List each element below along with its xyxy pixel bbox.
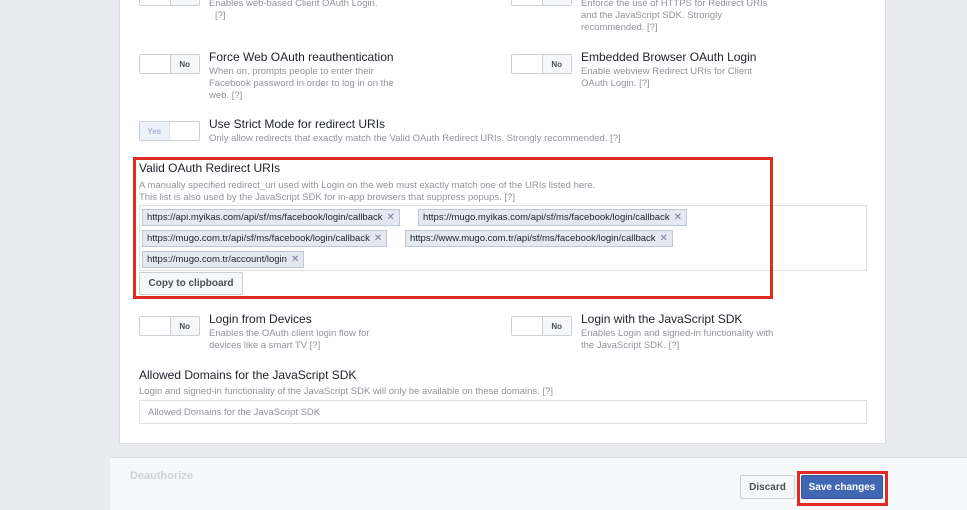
force-web-oauth-title: Force Web OAuth reauthentication bbox=[209, 50, 394, 64]
force-web-oauth-toggle[interactable]: No bbox=[139, 54, 200, 74]
enforce-https-toggle[interactable] bbox=[511, 0, 572, 6]
embedded-browser-oauth-desc: Enable webview Redirect URIs for Client … bbox=[581, 66, 753, 89]
help-link[interactable]: [?] bbox=[610, 133, 621, 144]
allowed-domains-input[interactable]: Allowed Domains for the JavaScript SDK bbox=[139, 400, 867, 424]
force-web-oauth-desc: When on, prompts people to enter their F… bbox=[209, 66, 394, 101]
help-link[interactable]: [?] bbox=[639, 78, 650, 89]
toggle-state-label: Yes bbox=[140, 122, 170, 140]
client-oauth-toggle[interactable] bbox=[139, 0, 200, 6]
toggle-state-label: No bbox=[541, 55, 571, 73]
allowed-domains-title: Allowed Domains for the JavaScript SDK bbox=[139, 368, 357, 382]
login-js-sdk-desc: Enables Login and signed-in functionalit… bbox=[581, 328, 774, 351]
toggle-state-label: No bbox=[169, 317, 199, 335]
toggle-state-label: No bbox=[169, 55, 199, 73]
help-link[interactable]: [?] bbox=[669, 340, 680, 351]
deauthorize-section-title: Deauthorize bbox=[130, 470, 193, 482]
help-link[interactable]: [?] bbox=[215, 10, 226, 21]
embedded-browser-oauth-toggle[interactable]: No bbox=[511, 54, 572, 74]
help-link[interactable]: [?] bbox=[232, 90, 243, 101]
discard-button[interactable]: Discard bbox=[740, 475, 795, 499]
strict-mode-title: Use Strict Mode for redirect URIs bbox=[209, 117, 386, 131]
login-from-devices-title: Login from Devices bbox=[209, 312, 312, 326]
enforce-https-desc: Enforce the use of HTTPS for Redirect UR… bbox=[581, 0, 768, 33]
strict-mode-toggle[interactable]: Yes bbox=[139, 121, 200, 141]
embedded-browser-oauth-title: Embedded Browser OAuth Login bbox=[581, 50, 757, 64]
toggle-state-label: No bbox=[541, 317, 571, 335]
help-link[interactable]: [?] bbox=[542, 386, 553, 397]
login-js-sdk-toggle[interactable]: No bbox=[511, 316, 572, 336]
help-link[interactable]: [?] bbox=[647, 22, 658, 33]
redirect-uris-highlight bbox=[133, 157, 773, 299]
client-oauth-desc: Enables web-based Client OAuth Login. [?… bbox=[209, 0, 378, 21]
strict-mode-desc: Only allow redirects that exactly match … bbox=[209, 133, 621, 144]
allowed-domains-desc: Login and signed-in functionality of the… bbox=[139, 386, 554, 397]
login-from-devices-desc: Enables the OAuth client login flow for … bbox=[209, 328, 370, 351]
save-changes-highlight bbox=[797, 471, 888, 506]
login-from-devices-toggle[interactable]: No bbox=[139, 316, 200, 336]
help-link[interactable]: [?] bbox=[310, 340, 321, 351]
login-js-sdk-title: Login with the JavaScript SDK bbox=[581, 312, 743, 326]
